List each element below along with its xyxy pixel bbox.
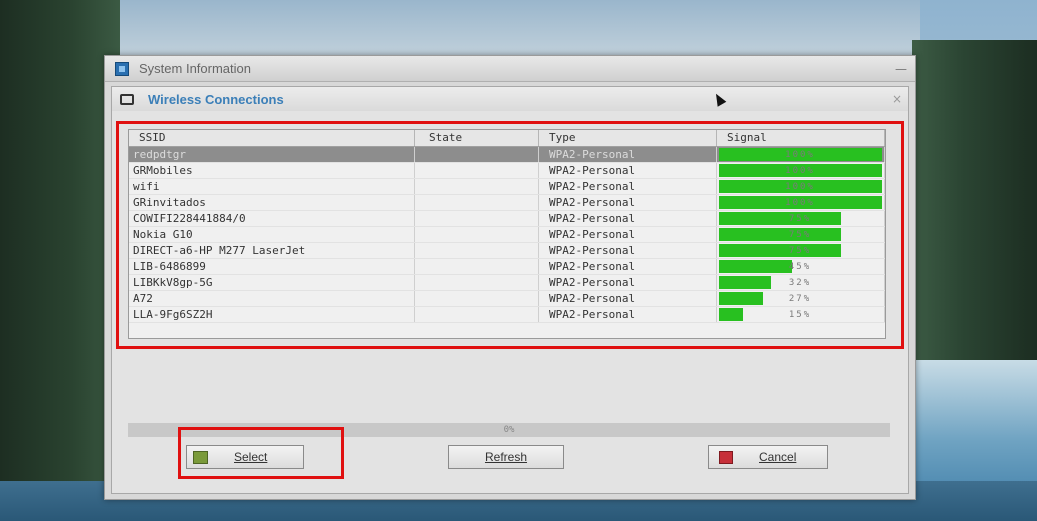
refresh-button[interactable]: Refresh [448,445,564,469]
refresh-button-label: Refresh [484,450,528,464]
background-forest-left [0,0,120,521]
window-titlebar[interactable]: System Information — [105,56,915,82]
network-list-highlight [116,121,904,349]
cancel-button[interactable]: Cancel [708,445,828,469]
cancel-icon [719,450,733,464]
close-icon[interactable]: × [892,92,902,106]
window-title: System Information [139,61,251,76]
background-sky [120,0,920,60]
select-button-label: Select [234,450,268,464]
cancel-button-label: Cancel [759,450,797,464]
system-information-window: System Information — Wireless Connection… [104,55,916,500]
minimize-icon[interactable]: — [895,62,907,76]
checkmark-icon [193,450,208,464]
select-button[interactable]: Select [186,445,304,469]
monitor-icon [120,93,134,105]
wireless-connections-dialog: Wireless Connections × SSID State Type S… [111,86,909,494]
system-info-icon [115,61,129,76]
dialog-titlebar[interactable]: Wireless Connections × [112,87,908,111]
background-forest-right [912,40,1037,370]
dialog-title: Wireless Connections [148,91,284,107]
